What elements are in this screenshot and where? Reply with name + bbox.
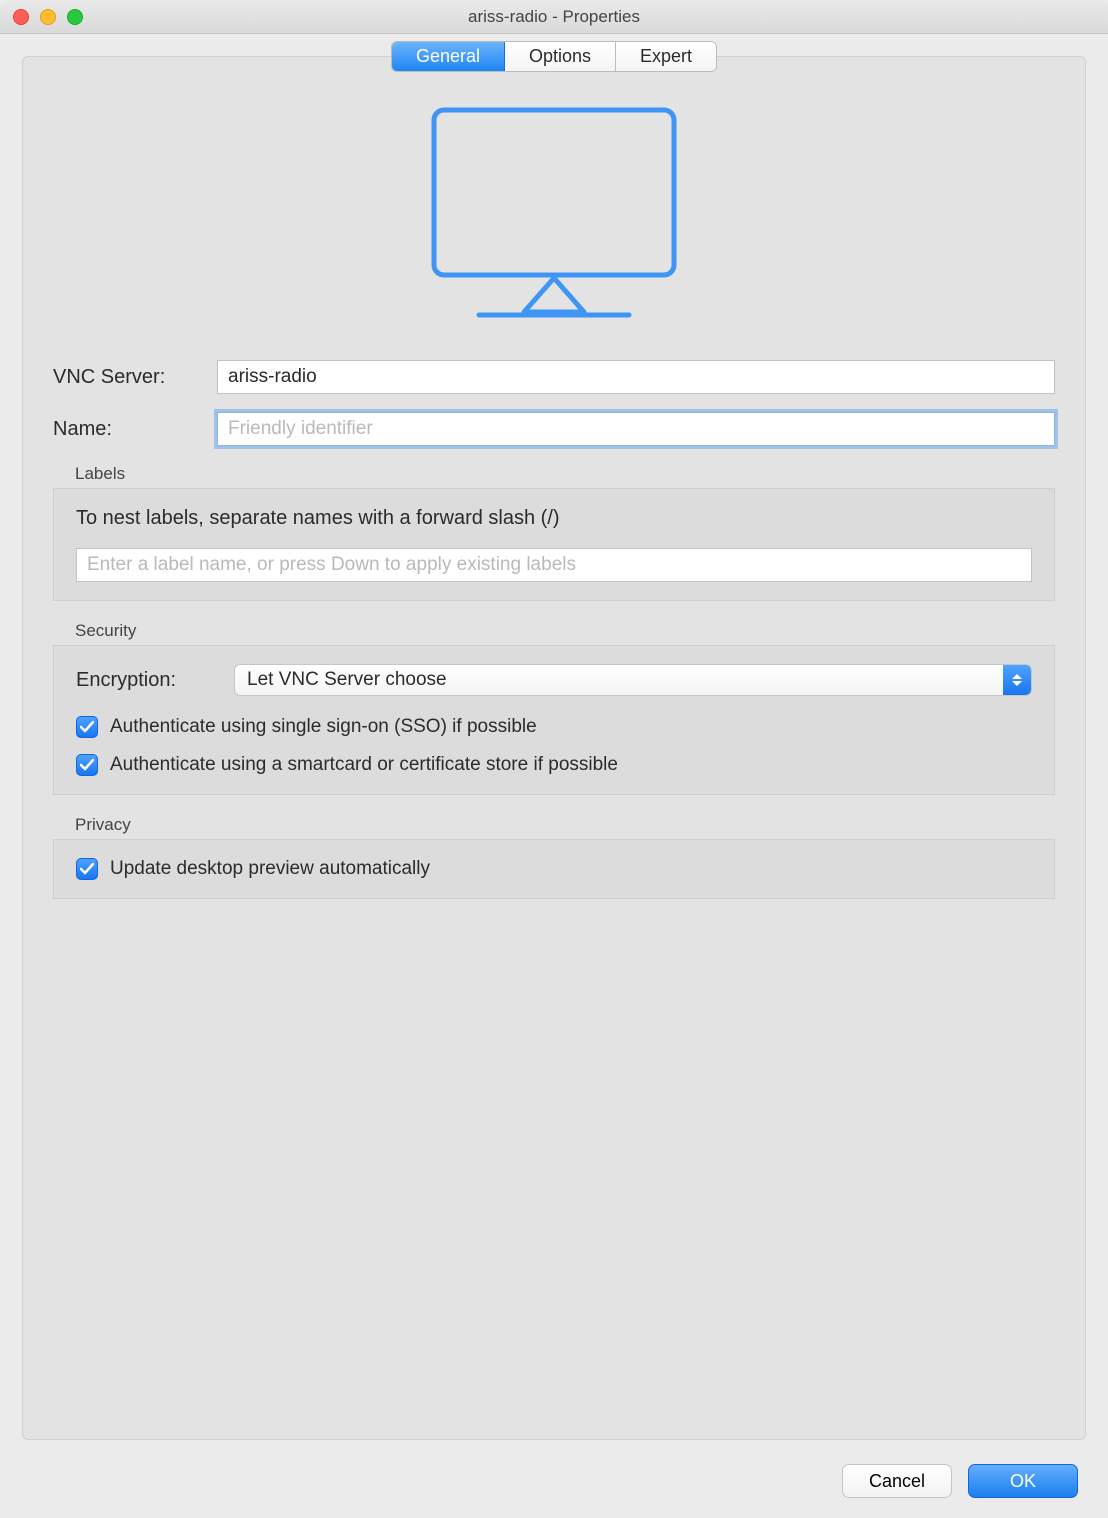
vnc-server-row: VNC Server: — [53, 360, 1055, 394]
sso-checkbox[interactable] — [76, 716, 98, 738]
update-row: Update desktop preview automatically — [76, 858, 1032, 880]
labels-section: Labels To nest labels, separate names wi… — [53, 464, 1055, 601]
tab-strip: General Options Expert — [53, 41, 1055, 72]
sso-row: Authenticate using single sign-on (SSO) … — [76, 716, 1032, 738]
smartcard-checkbox[interactable] — [76, 754, 98, 776]
properties-window: ariss-radio - Properties General Options… — [0, 0, 1108, 1518]
monitor-icon — [53, 100, 1055, 320]
labels-legend: Labels — [75, 464, 125, 484]
name-label: Name: — [53, 418, 203, 441]
smartcard-label: Authenticate using a smartcard or certif… — [110, 754, 618, 776]
vnc-server-label: VNC Server: — [53, 366, 203, 389]
encryption-row: Encryption: Let VNC Server choose — [76, 664, 1032, 696]
security-section: Security Encryption: Let VNC Server choo… — [53, 621, 1055, 795]
cancel-button[interactable]: Cancel — [842, 1464, 952, 1498]
encryption-label: Encryption: — [76, 669, 216, 692]
privacy-body: Update desktop preview automatically — [53, 839, 1055, 899]
update-label: Update desktop preview automatically — [110, 858, 430, 880]
content-area: General Options Expert VNC Server: Name: — [0, 34, 1108, 1518]
titlebar: ariss-radio - Properties — [0, 0, 1108, 34]
privacy-section: Privacy Update desktop preview automatic… — [53, 815, 1055, 899]
labels-input[interactable] — [76, 548, 1032, 582]
encryption-select[interactable]: Let VNC Server choose — [234, 664, 1032, 696]
window-title: ariss-radio - Properties — [0, 7, 1108, 27]
security-legend: Security — [75, 621, 136, 641]
maximize-window-button[interactable] — [67, 9, 83, 25]
traffic-lights — [13, 9, 83, 25]
tab-general[interactable]: General — [392, 42, 505, 71]
minimize-window-button[interactable] — [40, 9, 56, 25]
vnc-server-input[interactable] — [217, 360, 1055, 394]
tab-options[interactable]: Options — [505, 42, 616, 71]
footer: Cancel OK — [22, 1464, 1086, 1498]
sso-label: Authenticate using single sign-on (SSO) … — [110, 716, 537, 738]
tab-group: General Options Expert — [391, 41, 717, 72]
privacy-legend: Privacy — [75, 815, 131, 835]
encryption-value: Let VNC Server choose — [247, 669, 447, 691]
ok-button[interactable]: OK — [968, 1464, 1078, 1498]
select-arrows-icon — [1003, 665, 1031, 695]
close-window-button[interactable] — [13, 9, 29, 25]
name-row: Name: — [53, 412, 1055, 446]
update-checkbox[interactable] — [76, 858, 98, 880]
name-input[interactable] — [217, 412, 1055, 446]
labels-desc: To nest labels, separate names with a fo… — [76, 507, 1032, 530]
main-panel: General Options Expert VNC Server: Name: — [22, 56, 1086, 1440]
tab-expert[interactable]: Expert — [616, 42, 716, 71]
security-body: Encryption: Let VNC Server choose — [53, 645, 1055, 795]
smartcard-row: Authenticate using a smartcard or certif… — [76, 754, 1032, 776]
labels-body: To nest labels, separate names with a fo… — [53, 488, 1055, 601]
